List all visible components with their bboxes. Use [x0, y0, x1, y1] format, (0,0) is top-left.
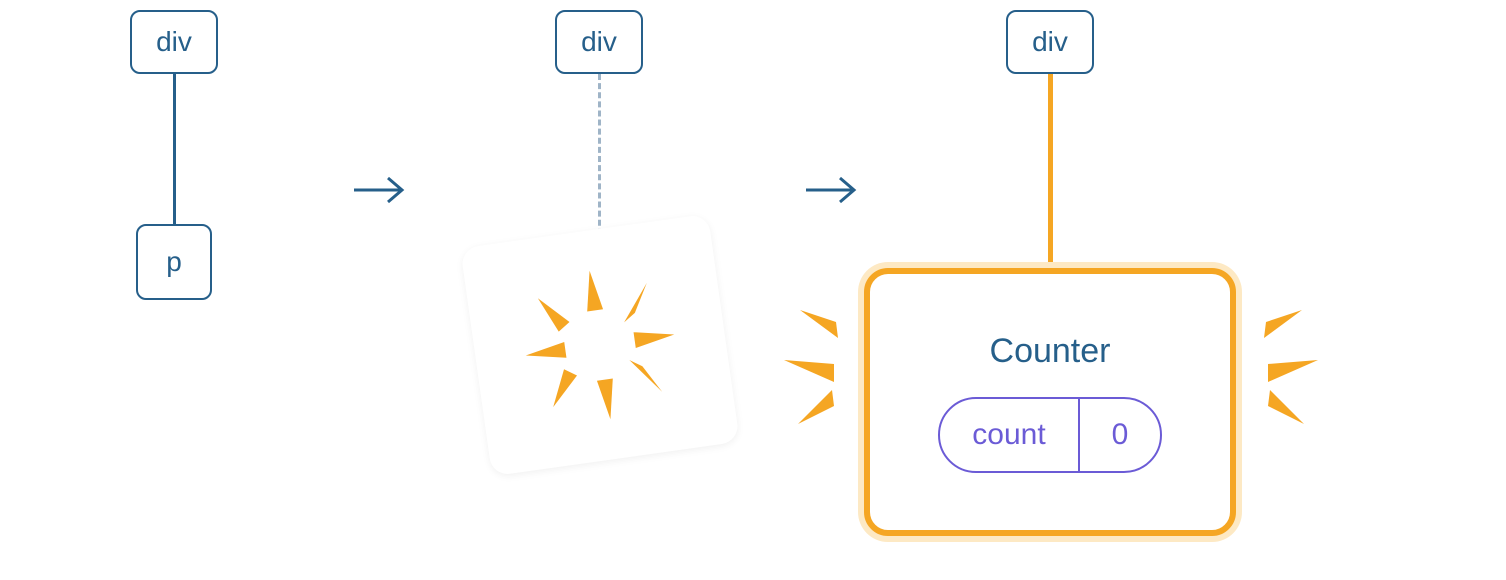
state-key: count	[940, 399, 1080, 471]
node-label: div	[1032, 26, 1068, 58]
sparkle-icon	[776, 310, 856, 430]
stage-3: div Counter count 0	[1006, 10, 1094, 74]
sparkle-icon	[1246, 310, 1326, 430]
node-div: div	[1006, 10, 1094, 74]
node-div: div	[555, 10, 643, 74]
stage-1: div p	[130, 10, 218, 74]
arrow-icon	[350, 170, 410, 210]
tree-connector-highlight	[1048, 74, 1053, 274]
burst-icon	[460, 214, 740, 477]
state-pill: count 0	[938, 397, 1162, 473]
component-title: Counter	[990, 332, 1111, 371]
node-label: div	[156, 26, 192, 58]
node-label: div	[581, 26, 617, 58]
node-label: p	[166, 246, 182, 278]
tree-connector	[173, 74, 176, 224]
stage-2: div	[555, 10, 643, 74]
tree-connector-dashed	[598, 74, 601, 244]
node-p: p	[136, 224, 212, 300]
counter-component: Counter count 0	[864, 268, 1236, 536]
state-value: 0	[1080, 399, 1160, 471]
arrow-icon	[802, 170, 862, 210]
node-div: div	[130, 10, 218, 74]
poof-card	[460, 214, 740, 477]
